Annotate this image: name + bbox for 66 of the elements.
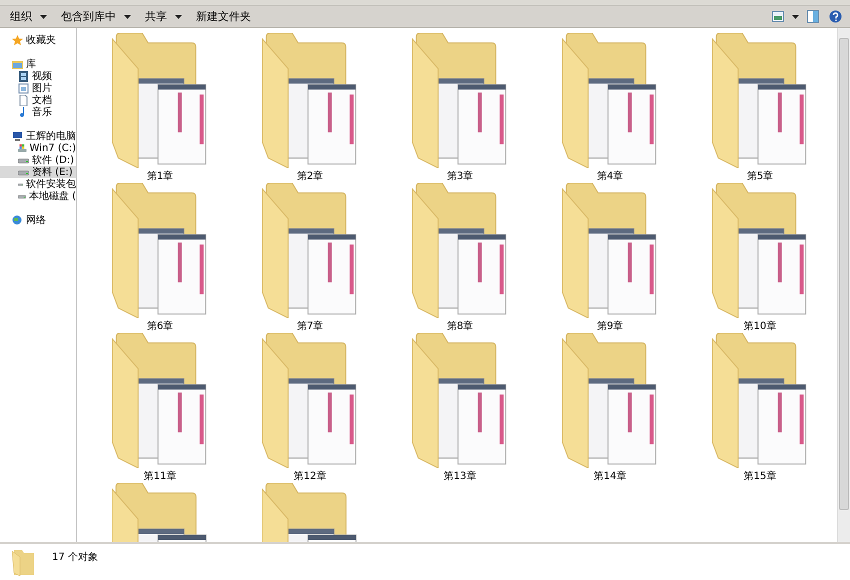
caret-icon	[40, 14, 47, 18]
nav-item[interactable]: 文档	[0, 94, 76, 106]
folder-name[interactable]: 第2章	[296, 169, 324, 183]
folder-icon	[562, 333, 658, 468]
preview-pane-icon[interactable]	[807, 10, 819, 23]
view-picture-icon[interactable]	[772, 11, 784, 22]
folder-name[interactable]: 第9章	[596, 319, 624, 333]
scrollbar-thumb[interactable]	[839, 38, 849, 510]
document-icon	[18, 94, 29, 106]
folder-name[interactable]: 第8章	[446, 319, 474, 333]
toolbar-button[interactable]: 共享	[139, 7, 188, 26]
caret-icon	[124, 14, 131, 18]
folder-icon	[412, 183, 508, 318]
folder-icon	[712, 333, 808, 468]
folder-icon	[12, 58, 23, 70]
caret-icon	[792, 14, 799, 18]
folder-icon	[262, 183, 358, 318]
nav-item[interactable]: 网络	[0, 214, 76, 226]
folder-icon	[712, 183, 808, 318]
folder-name[interactable]: 第12章	[294, 469, 326, 483]
folder-name[interactable]: 第3章	[446, 169, 474, 183]
folder-name[interactable]: 第13章	[444, 469, 476, 483]
nav-item[interactable]: 王辉的电脑	[0, 130, 76, 142]
nav-item[interactable]: 本地磁盘 (	[0, 190, 76, 202]
folder-icon	[112, 333, 208, 468]
nav-item[interactable]: 音乐	[0, 106, 76, 118]
folder-name[interactable]: 第11章	[144, 469, 176, 483]
folder-icon	[12, 548, 36, 576]
help-icon[interactable]	[829, 10, 842, 23]
folder-icon	[262, 333, 358, 468]
nav-item[interactable]: 视频	[0, 70, 76, 82]
folder-name[interactable]: 第15章	[744, 469, 776, 483]
folder-name[interactable]: 第4章	[596, 169, 624, 183]
network-globe-icon	[12, 214, 23, 226]
folder-name[interactable]: 第10章	[744, 319, 776, 333]
film-icon	[18, 70, 29, 82]
toolbar-button[interactable]: 新建文件夹	[190, 7, 257, 26]
folder-icon	[562, 183, 658, 318]
nav-item[interactable]: 库	[0, 58, 76, 70]
folder-name[interactable]: 第6章	[146, 319, 174, 333]
folder-name[interactable]: 第1章	[146, 169, 174, 183]
folder-icon	[412, 333, 508, 468]
toolbar-button[interactable]: 组织	[4, 7, 53, 26]
folder-icon	[262, 33, 358, 168]
nav-item[interactable]: 图片	[0, 82, 76, 94]
windows-drive-icon	[18, 142, 27, 154]
toolbar-button[interactable]: 包含到库中	[55, 7, 137, 26]
picture-icon	[18, 82, 29, 94]
caret-icon	[175, 14, 182, 18]
scrollbar[interactable]	[837, 28, 850, 542]
nav-item[interactable]: 收藏夹	[0, 34, 76, 46]
folder-name[interactable]: 第14章	[594, 469, 626, 483]
folder-icon	[712, 33, 808, 168]
nav-item[interactable]: 资料 (E:)	[0, 166, 76, 178]
nav-item[interactable]: 软件 (D:)	[0, 154, 76, 166]
folder-name[interactable]: 第7章	[296, 319, 324, 333]
nav-item[interactable]: 软件安装包	[0, 178, 76, 190]
folder-icon	[412, 33, 508, 168]
nav-item[interactable]: Win7 (C:)	[0, 142, 76, 154]
folder-icon	[112, 33, 208, 168]
star-icon	[12, 34, 23, 46]
status-text: 17 个对象	[52, 550, 98, 564]
folder-name[interactable]: 第5章	[746, 169, 774, 183]
folder-icon	[112, 183, 208, 318]
computer-icon	[12, 130, 23, 142]
folder-icon	[562, 33, 658, 168]
